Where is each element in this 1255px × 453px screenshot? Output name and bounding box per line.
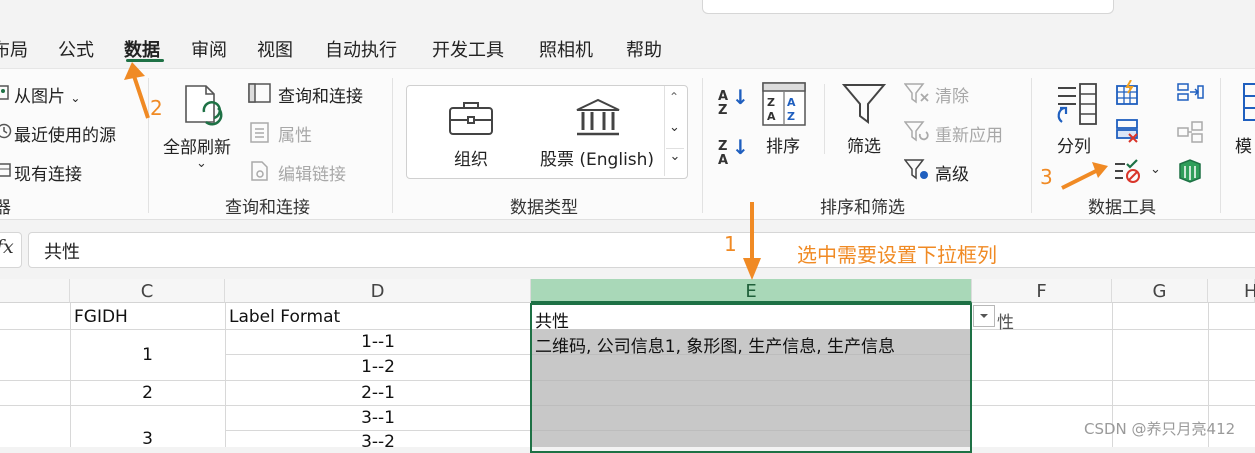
annotation-arrowhead-1 [743,258,761,280]
annotation-arrow-2 [132,75,150,119]
annotation-number-2: 2 [150,96,163,120]
annotation-arrow-3 [1061,168,1099,190]
annotation-number-1: 1 [724,232,737,256]
watermark: CSDN @养只月亮412 [1084,420,1236,438]
annotation-note: 选中需要设置下拉框列 [797,243,997,267]
annotation-arrowhead-2 [124,62,145,80]
annotation-arrows [124,62,1108,280]
annotation-number-3: 3 [1040,165,1053,189]
